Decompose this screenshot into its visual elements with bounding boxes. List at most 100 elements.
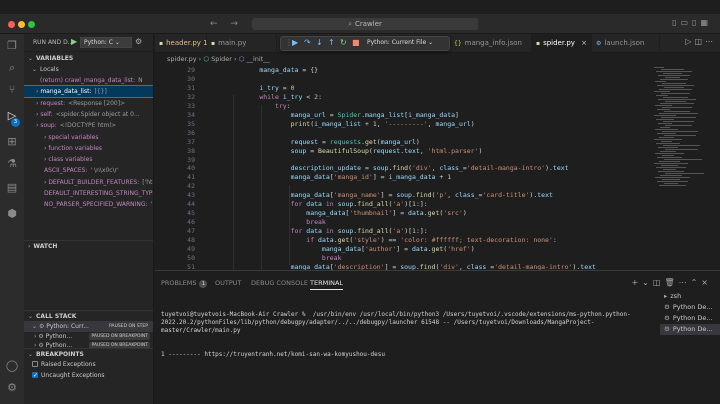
code-line[interactable]: try: (228, 102, 291, 110)
variable-row[interactable]: › special variables (24, 132, 153, 143)
code-line[interactable]: break (228, 218, 326, 226)
code-line[interactable]: request = requests.get(manga_url) (228, 138, 420, 146)
nav-arrows[interactable]: ← → (210, 19, 238, 29)
variable-row[interactable]: ASCII_SPACES: ' \n\x0c\r' (24, 165, 153, 176)
checkbox-checked[interactable] (32, 370, 38, 381)
variable-row[interactable]: › soup: <!DOCTYPE html> (24, 120, 153, 131)
continue-icon[interactable]: ▶ (292, 38, 298, 47)
account-icon[interactable]: ◯ (4, 358, 20, 374)
code-line[interactable]: manga_data['description'] = soup.find('d… (228, 263, 596, 270)
variables-header[interactable]: ⌄ VARIABLES (24, 53, 153, 64)
step-out-icon[interactable]: ↑ (328, 38, 335, 47)
close-window-button[interactable] (8, 21, 15, 28)
variable-row[interactable]: › self: <spider.Spider object at 0... (24, 109, 153, 120)
restart-icon[interactable]: ↻ (340, 38, 347, 47)
step-into-icon[interactable]: ↓ (316, 38, 323, 47)
tab-manga-info-json[interactable]: {} manga_info.json (450, 34, 532, 53)
tab-main-py[interactable]: ▪ main.py (207, 34, 277, 53)
breadcrumb-method[interactable]: __init__ (246, 55, 269, 63)
close-panel-icon[interactable]: × (701, 278, 712, 287)
code-line[interactable]: while i_try < 2: (228, 93, 322, 101)
code-line[interactable]: print(i_manga_list + 1, '---------', man… (228, 120, 475, 128)
line-number[interactable]: 49 (155, 245, 195, 253)
tab-launch-json[interactable]: ⚙ launch.json (592, 34, 660, 53)
variable-row[interactable]: (return) crawl_manga_data_list: N (24, 75, 153, 86)
forward-arrow-icon[interactable]: → (230, 19, 238, 29)
panel-tab-problems[interactable]: PROBLEMS 1 (161, 279, 208, 288)
split-terminal-icon[interactable]: ◫ (653, 278, 665, 287)
toggle-panel-icon[interactable]: ▭ (680, 18, 692, 27)
line-number[interactable]: 41 (155, 173, 195, 181)
maximize-panel-icon[interactable]: ⌃ (691, 278, 702, 287)
terminal-item-python[interactable]: ⚙ Python De... (660, 313, 720, 324)
line-number[interactable]: 36 (155, 129, 195, 137)
line-number[interactable]: 50 (155, 254, 195, 262)
line-number[interactable]: 51 (155, 263, 195, 270)
breadcrumb-file[interactable]: spider.py (167, 55, 197, 63)
search-icon[interactable]: ⌕ (4, 60, 20, 76)
variable-row[interactable]: › DEFAULT_BUILDER_FEATURES:['ht... (24, 177, 153, 188)
new-terminal-icon[interactable]: + (631, 278, 642, 287)
breadcrumb-class[interactable]: Spider (211, 55, 232, 63)
terminal-item-zsh[interactable]: ▸ zsh (660, 291, 720, 302)
more-actions-icon[interactable]: ⋯ (679, 278, 691, 287)
stop-icon[interactable]: ■ (352, 38, 360, 47)
testing-icon[interactable]: ⚗ (4, 156, 20, 172)
line-number[interactable]: 45 (155, 209, 195, 217)
checkbox[interactable] (32, 361, 38, 367)
panel-tab-output[interactable]: OUTPUT (215, 279, 242, 287)
code-line[interactable]: if data.get('style') == 'color: #ffffff;… (228, 236, 557, 244)
terminal-item-python[interactable]: ⚙ Python De... (660, 324, 720, 335)
code-line[interactable]: for data in soup.find_all('a')[1:]: (228, 227, 428, 235)
split-editor-icon[interactable]: ◫ (694, 37, 705, 46)
code-line[interactable]: manga_data['manga_name'] = soup.find('p'… (228, 191, 553, 199)
layout-controls[interactable]: ▯▭▯▦ (672, 18, 712, 27)
variable-row[interactable]: › request: <Response [200]> (24, 98, 153, 109)
variable-row[interactable]: › class variables (24, 154, 153, 165)
panel-tab-terminal[interactable]: TERMINAL (310, 279, 344, 290)
code-editor[interactable]: 29 manga_data = {} 30 31 i_try = 0 32 while… (155, 65, 675, 270)
call-stack-header[interactable]: ⌄ CALL STACK (24, 310, 153, 321)
line-number[interactable]: 29 (155, 66, 195, 74)
terminal-item-python[interactable]: ⚙ Python De... (660, 302, 720, 313)
back-arrow-icon[interactable]: ← (210, 19, 218, 29)
line-number[interactable]: 39 (155, 156, 195, 164)
docker-icon[interactable]: ▤ (4, 180, 20, 196)
source-control-icon[interactable]: ⑂ (4, 82, 20, 98)
line-number[interactable]: 30 (155, 75, 195, 83)
variable-row[interactable]: › function variables (24, 143, 153, 154)
code-line[interactable]: manga_data['thumbnail'] = data.get('src'… (228, 209, 467, 217)
step-over-icon[interactable]: ↷ (304, 38, 311, 47)
code-line[interactable]: break (228, 254, 342, 262)
breakpoints-header[interactable]: ⌄ BREAKPOINTS (24, 348, 153, 359)
tab-header-py[interactable]: ▪ header.py 1 (155, 34, 208, 53)
extensions-icon[interactable]: ⊞ (4, 134, 20, 150)
line-number[interactable]: 42 (155, 182, 195, 190)
customize-layout-icon[interactable]: ▦ (700, 18, 712, 27)
open-launch-json-icon[interactable]: ⚙ (135, 37, 142, 46)
code-line[interactable]: description_update = soup.find('div', cl… (228, 164, 569, 172)
line-number[interactable]: 35 (155, 120, 195, 128)
line-number[interactable]: 33 (155, 102, 195, 110)
command-center-search[interactable]: ⌕ Crawler (252, 18, 478, 30)
kill-terminal-icon[interactable]: 🗑 (664, 278, 678, 287)
more-actions-icon[interactable]: ⋯ (705, 37, 716, 46)
variable-row[interactable]: NO_PARSER_SPECIFIED_WARNING:'... (24, 199, 153, 210)
line-number[interactable]: 48 (155, 236, 195, 244)
code-line[interactable]: soup = BeautifulSoup(request.text, 'html… (228, 147, 483, 155)
manage-gear-icon[interactable]: ⚙ (4, 380, 20, 396)
variable-row[interactable]: › manga_data_list:[{}] (24, 85, 153, 99)
code-line[interactable]: manga_data['manga_id'] = i_manga_data + … (228, 173, 452, 181)
variable-row[interactable]: DEFAULT_INTERESTING_STRING_TYPES (24, 188, 153, 199)
line-number[interactable]: 31 (155, 84, 195, 92)
launch-config-select[interactable]: Python: C ⌄ (80, 37, 132, 48)
start-debugging-icon[interactable]: ▶ (71, 37, 77, 46)
explorer-icon[interactable]: ❐ (4, 38, 20, 54)
tab-spider-py[interactable]: ▪ spider.py × (532, 34, 592, 53)
breakpoint-uncaught-exceptions[interactable]: Uncaught Exceptions (24, 370, 153, 381)
panel-tab-debug-console[interactable]: DEBUG CONSOLE (251, 279, 308, 287)
minimap[interactable] (650, 65, 710, 270)
close-tab-icon[interactable]: × (581, 39, 587, 47)
line-number[interactable]: 47 (155, 227, 195, 235)
terminal-output[interactable]: tuyetvoi@tuyetvois-MacBook-Air Crawler %… (161, 295, 656, 375)
